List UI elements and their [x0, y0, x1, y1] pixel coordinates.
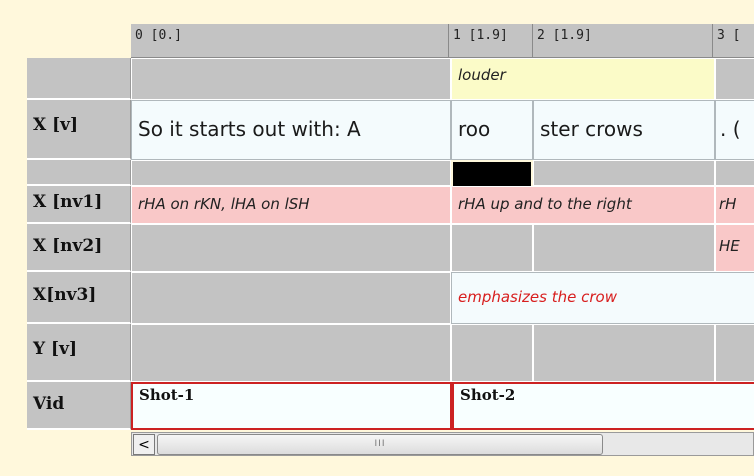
ruler-tick: 2 [1.9] [533, 24, 713, 58]
annotation-cell[interactable] [131, 58, 451, 100]
tier-label: X[nv3] [27, 272, 131, 324]
tier-label: X [v] [27, 100, 131, 160]
selection-marker[interactable] [453, 162, 531, 186]
annotation-utterance[interactable]: So it starts out with: A [131, 100, 451, 160]
ruler-tick: 0 [0.] [131, 24, 449, 58]
tier-label [27, 58, 131, 100]
scroll-thumb[interactable]: III [157, 434, 603, 455]
video-shot[interactable]: Shot-2 [452, 382, 754, 430]
annotation-cell[interactable] [451, 224, 533, 272]
annotation-nv1[interactable]: rH [715, 186, 754, 224]
timeline-ruler: 0 [0.] 1 [1.9] 2 [1.9] 3 [ [131, 24, 754, 58]
tier-tracks: louder So it starts out with: A roo ster… [131, 58, 754, 430]
tier-label: X [nv2] [27, 224, 131, 272]
tier-label-column: X [v] X [nv1] X [nv2] X[nv3] Y [v] Vid [27, 58, 131, 430]
ruler-tick: 1 [1.9] [449, 24, 533, 58]
annotation-cell[interactable] [131, 160, 451, 186]
annotation-cell[interactable] [715, 160, 754, 186]
annotation-nv1[interactable]: rHA on rKN, lHA on lSH [131, 186, 451, 224]
tier-label: Vid [27, 382, 131, 430]
chevron-left-icon: < [138, 437, 150, 453]
annotation-cell[interactable] [715, 324, 754, 382]
annotation-cell[interactable] [533, 224, 715, 272]
tier-label: X [nv1] [27, 186, 131, 224]
annotation-louder[interactable]: louder [451, 58, 715, 100]
tier-label [27, 160, 131, 186]
annotation-cell[interactable] [715, 58, 754, 100]
thumb-grip: III [374, 439, 386, 449]
annotation-nv2[interactable]: HE [715, 224, 754, 272]
annotation-cell[interactable] [131, 224, 451, 272]
annotation-cell[interactable] [533, 160, 715, 186]
annotation-nv1[interactable]: rHA up and to the right [451, 186, 715, 224]
annotation-utterance[interactable]: ster crows [533, 100, 715, 160]
tier-label: Y [v] [27, 324, 131, 382]
annotation-cell[interactable] [451, 324, 533, 382]
annotation-cell[interactable] [131, 272, 451, 324]
horizontal-scrollbar[interactable]: < III [131, 432, 754, 456]
ruler-tick: 3 [ [713, 24, 754, 58]
video-shot[interactable]: Shot-1 [131, 382, 452, 430]
annotation-utterance[interactable]: roo [451, 100, 533, 160]
annotation-cell[interactable] [533, 324, 715, 382]
annotation-nv3[interactable]: emphasizes the crow [451, 272, 754, 324]
annotation-cell[interactable] [131, 324, 451, 382]
scroll-left-button[interactable]: < [133, 434, 155, 455]
annotation-utterance[interactable]: . ( [715, 100, 754, 160]
